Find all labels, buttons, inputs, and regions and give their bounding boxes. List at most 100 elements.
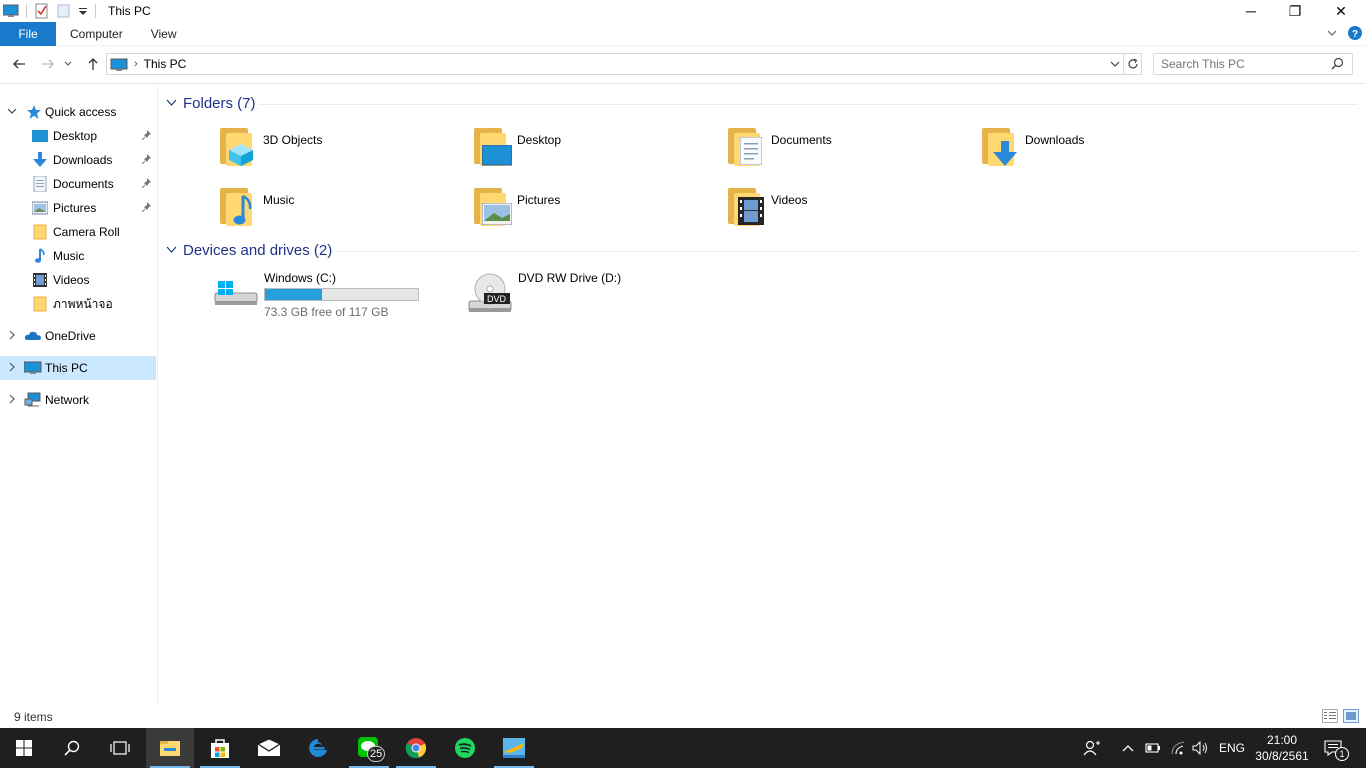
- group-header-drives[interactable]: Devices and drives (2): [166, 242, 332, 259]
- battery-icon[interactable]: [1145, 728, 1161, 768]
- properties-icon[interactable]: [34, 3, 50, 19]
- folder-icon: [32, 224, 48, 240]
- show-hidden-icons-icon[interactable]: [1122, 728, 1134, 768]
- nav-item-screenshots[interactable]: ภาพหน้าจอ: [0, 292, 156, 316]
- taskbar-store[interactable]: [196, 728, 244, 768]
- expand-ribbon-icon[interactable]: [1326, 27, 1338, 42]
- chevron-right-icon[interactable]: [7, 330, 17, 343]
- taskbar-edge[interactable]: [294, 728, 342, 768]
- nav-label: ภาพหน้าจอ: [53, 296, 113, 311]
- qat-divider: [95, 4, 96, 18]
- pin-icon[interactable]: [141, 129, 152, 143]
- chevron-down-icon[interactable]: [7, 106, 17, 119]
- folder-3d-objects[interactable]: 3D Objects: [218, 125, 468, 181]
- up-button[interactable]: [82, 54, 104, 74]
- group-title: Folders (7): [183, 95, 256, 112]
- breadcrumb-this-pc[interactable]: This PC: [144, 57, 187, 71]
- folder-downloads[interactable]: Downloads: [980, 125, 1230, 181]
- mail-icon: [257, 739, 281, 756]
- nav-item-camera-roll[interactable]: Camera Roll: [0, 220, 156, 244]
- start-button[interactable]: [0, 728, 48, 768]
- documents-folder-icon: [726, 125, 770, 169]
- forward-button[interactable]: [37, 54, 59, 74]
- people-icon[interactable]: [1083, 728, 1101, 768]
- volume-icon[interactable]: [1192, 728, 1208, 768]
- wifi-icon[interactable]: [1170, 728, 1186, 768]
- minimize-button[interactable]: ─: [1228, 0, 1274, 22]
- taskbar: 25 ENG 21:00 30/8/2561 1: [0, 728, 1366, 768]
- action-center-button[interactable]: 1: [1324, 728, 1349, 768]
- details-view-button[interactable]: [1322, 709, 1338, 723]
- address-field[interactable]: › This PC: [106, 53, 1124, 75]
- nav-network[interactable]: Network: [0, 388, 156, 412]
- new-folder-icon[interactable]: [56, 3, 72, 19]
- file-explorer-icon: [160, 741, 180, 756]
- drive-dvd-d[interactable]: DVD DVD RW Drive (D:): [468, 271, 668, 321]
- search-icon[interactable]: [1331, 57, 1344, 73]
- recent-locations-button[interactable]: [61, 54, 75, 74]
- pin-icon[interactable]: [141, 177, 152, 191]
- search-input[interactable]: [1154, 54, 1324, 74]
- folder-desktop[interactable]: Desktop: [472, 125, 722, 181]
- refresh-button[interactable]: [1124, 53, 1142, 75]
- tab-computer[interactable]: Computer: [56, 22, 137, 46]
- breadcrumb-separator-icon[interactable]: ›: [134, 58, 138, 70]
- arrow-right-icon: [42, 59, 54, 69]
- nav-item-videos[interactable]: Videos: [0, 268, 156, 292]
- close-button[interactable]: ✕: [1318, 0, 1364, 22]
- back-button[interactable]: [8, 54, 30, 74]
- language-label: ENG: [1219, 741, 1246, 755]
- star-icon: [26, 104, 42, 120]
- large-icons-view-button[interactable]: [1343, 709, 1359, 723]
- taskbar-spotify[interactable]: [441, 728, 489, 768]
- nav-item-documents[interactable]: Documents: [0, 172, 156, 196]
- tab-file[interactable]: File: [0, 21, 56, 46]
- taskbar-mail[interactable]: [245, 728, 293, 768]
- pin-icon[interactable]: [141, 201, 152, 215]
- nav-quick-access[interactable]: Quick access: [0, 100, 156, 124]
- maximize-button[interactable]: ❐: [1272, 0, 1318, 22]
- nav-label: Camera Roll: [53, 225, 120, 239]
- task-view-button[interactable]: [96, 728, 144, 768]
- folder-pictures[interactable]: Pictures: [472, 185, 722, 241]
- folder-documents[interactable]: Documents: [726, 125, 976, 181]
- drive-name: Windows (C:): [264, 271, 337, 285]
- chevron-right-icon[interactable]: [7, 362, 17, 375]
- arrow-left-icon: [13, 59, 25, 69]
- nav-onedrive[interactable]: OneDrive: [0, 324, 156, 348]
- nav-item-desktop[interactable]: Desktop: [0, 124, 156, 148]
- folder-icon: [32, 296, 48, 312]
- nav-label: Downloads: [53, 153, 113, 167]
- folder-videos[interactable]: Videos: [726, 185, 976, 241]
- taskbar-line[interactable]: 25: [345, 728, 393, 768]
- clock-date: 30/8/2561: [1255, 749, 1309, 763]
- qat-dropdown-icon[interactable]: [78, 3, 88, 19]
- help-icon[interactable]: ?: [1348, 26, 1362, 43]
- nav-this-pc[interactable]: This PC: [0, 356, 156, 380]
- folder-music[interactable]: Music: [218, 185, 468, 241]
- chevron-right-icon[interactable]: [7, 394, 17, 407]
- drive-windows-c[interactable]: Windows (C:) 73.3 GB free of 117 GB: [214, 271, 424, 321]
- nav-item-downloads[interactable]: Downloads: [0, 148, 156, 172]
- search-box[interactable]: [1153, 53, 1353, 75]
- address-dropdown-icon[interactable]: [1109, 56, 1121, 75]
- nav-label: Videos: [53, 273, 90, 287]
- nav-item-pictures[interactable]: Pictures: [0, 196, 156, 220]
- taskbar-photos-app[interactable]: [490, 728, 538, 768]
- tab-view[interactable]: View: [137, 22, 191, 46]
- taskbar-chrome[interactable]: [392, 728, 440, 768]
- nav-item-music[interactable]: Music: [0, 244, 156, 268]
- nav-label: Music: [53, 249, 85, 263]
- clock[interactable]: 21:00 30/8/2561: [1251, 732, 1313, 764]
- nav-label: Desktop: [53, 129, 98, 143]
- chevron-down-icon[interactable]: [166, 97, 177, 111]
- computer-icon[interactable]: [2, 3, 19, 19]
- taskbar-file-explorer[interactable]: [146, 728, 194, 768]
- input-language[interactable]: ENG: [1219, 728, 1245, 768]
- chevron-down-icon[interactable]: [166, 244, 177, 258]
- desktop-folder-icon: [472, 125, 516, 169]
- pin-icon[interactable]: [141, 153, 152, 167]
- qat-divider: [26, 4, 27, 18]
- group-header-folders[interactable]: Folders (7): [166, 95, 256, 112]
- search-taskbar-button[interactable]: [48, 728, 96, 768]
